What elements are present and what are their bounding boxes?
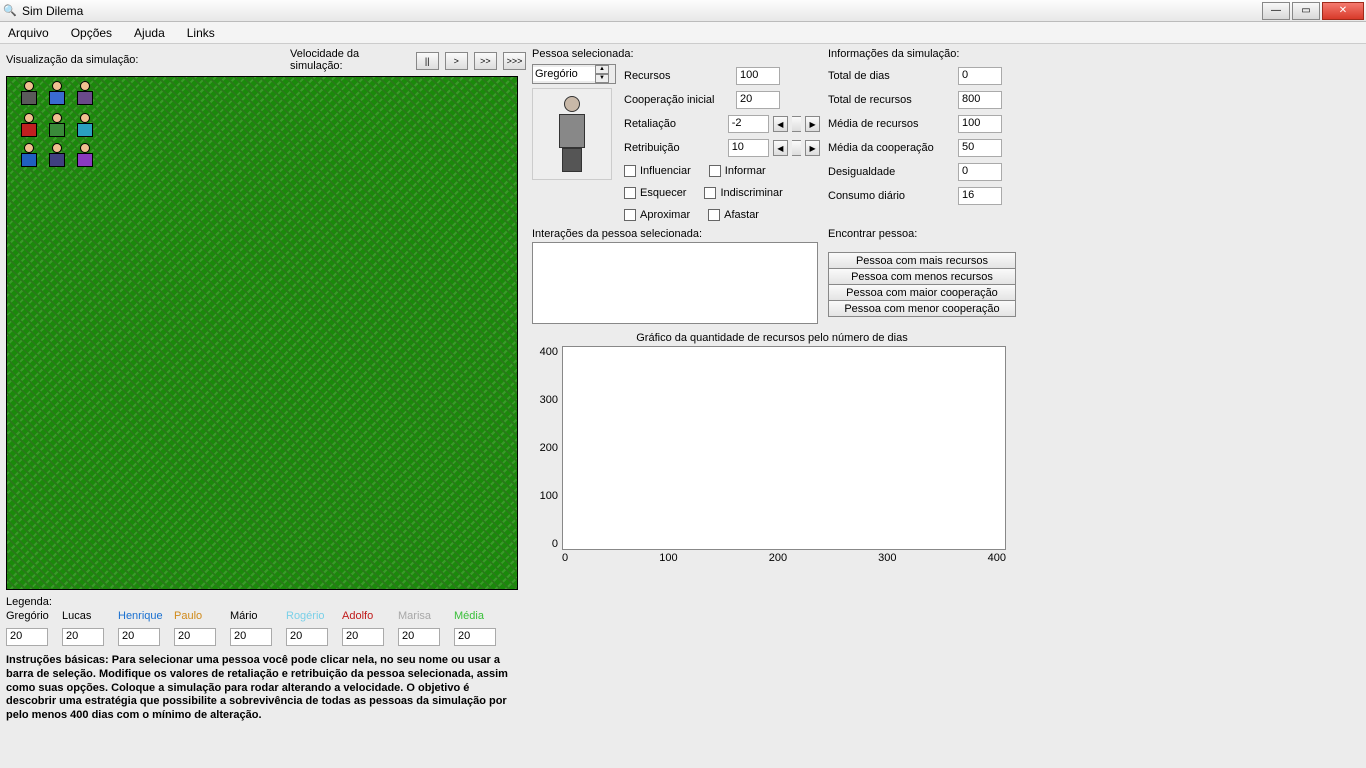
chart-plot-area [562,346,1006,550]
cons-label: Consumo diário [828,190,954,202]
velocidade-label: Velocidade da simulação: [290,48,410,72]
speed-2-button[interactable]: >> [474,52,497,70]
app-icon: 🔍 [2,3,18,19]
legend-value: 20 [398,628,440,646]
minimize-button[interactable]: — [1262,2,1290,20]
medcoop-value: 50 [958,139,1002,157]
person-name-input[interactable] [533,67,595,81]
dias-label: Total de dias [828,70,954,82]
legend-value: 20 [6,628,48,646]
legend-value: 20 [62,628,104,646]
legend-name[interactable]: Adolfo [342,610,373,622]
desig-label: Desigualdade [828,166,954,178]
person-up-button[interactable]: ▲ [595,65,609,74]
legend-name[interactable]: Henrique [118,610,163,622]
menu-opcoes[interactable]: Opções [67,24,116,42]
rec-label: Total de recursos [828,94,954,106]
instructions-text: Instruções básicas: Para selecionar uma … [6,654,522,723]
person-sprite[interactable] [45,81,69,109]
speed-3-button[interactable]: >>> [503,52,526,70]
cons-value: 16 [958,187,1002,205]
chart-title: Gráfico da quantidade de recursos pelo n… [532,332,1012,344]
menubar: Arquivo Opções Ajuda Links [0,22,1366,44]
chk-informar[interactable]: Informar [709,165,766,177]
person-sprite[interactable] [45,143,69,171]
retal-value[interactable]: -2 [728,115,769,133]
window-title: Sim Dilema [22,4,1262,18]
find-menos-recursos-button[interactable]: Pessoa com menos recursos [828,268,1016,285]
person-down-button[interactable]: ▼ [595,74,609,83]
menu-arquivo[interactable]: Arquivo [4,24,53,42]
maximize-button[interactable]: ▭ [1292,2,1320,20]
legend-name[interactable]: Lucas [62,610,91,622]
coop-label: Cooperação inicial [624,94,732,106]
desig-value: 0 [958,163,1002,181]
titlebar: 🔍 Sim Dilema — ▭ ✕ [0,0,1366,22]
chk-afastar[interactable]: Afastar [708,209,759,221]
legend-value: 20 [230,628,272,646]
close-button[interactable]: ✕ [1322,2,1364,20]
person-sprite[interactable] [73,113,97,141]
chk-indiscriminar[interactable]: Indiscriminar [704,187,782,199]
legend-name[interactable]: Rogério [286,610,325,622]
person-sprite[interactable] [17,81,41,109]
retal-dec-button[interactable]: ◀ [773,116,788,132]
speed-1-button[interactable]: > [445,52,468,70]
recursos-value: 100 [736,67,780,85]
legend-value: 20 [286,628,328,646]
chk-esquecer[interactable]: Esquecer [624,187,686,199]
person-sprite[interactable] [73,81,97,109]
person-sprite[interactable] [17,143,41,171]
chk-influenciar[interactable]: Influenciar [624,165,691,177]
coop-value: 20 [736,91,780,109]
person-selector[interactable]: ▲ ▼ [532,64,616,84]
legend-name[interactable]: Marisa [398,610,431,622]
find-menor-coop-button[interactable]: Pessoa com menor cooperação [828,300,1016,317]
medrec-value: 100 [958,115,1002,133]
legend-value: 20 [118,628,160,646]
person-sprite[interactable] [45,113,69,141]
find-maior-coop-button[interactable]: Pessoa com maior cooperação [828,284,1016,301]
medcoop-label: Média da cooperação [828,142,954,154]
info-label: Informações da simulação: [828,48,959,60]
person-sprite[interactable] [17,113,41,141]
legend-value: 20 [174,628,216,646]
retal-inc-button[interactable]: ▶ [805,116,820,132]
dias-value: 0 [958,67,1002,85]
legend-name[interactable]: Mário [230,610,258,622]
chk-aproximar[interactable]: Aproximar [624,209,690,221]
legend-value: 20 [342,628,384,646]
person-sprite[interactable] [73,143,97,171]
interacoes-label: Interações da pessoa selecionada: [532,228,818,240]
person-portrait [532,88,612,180]
menu-links[interactable]: Links [183,24,219,42]
legend-name[interactable]: Média [454,610,484,622]
legend-name[interactable]: Paulo [174,610,202,622]
legenda-label: Legenda: [6,596,526,608]
encontrar-label: Encontrar pessoa: [828,228,1016,240]
legend-name[interactable]: Gregório [6,610,49,622]
retrib-inc-button[interactable]: ▶ [805,140,820,156]
find-mais-recursos-button[interactable]: Pessoa com mais recursos [828,252,1016,269]
recursos-label: Recursos [624,70,732,82]
medrec-label: Média de recursos [828,118,954,130]
legend-value: 20 [454,628,496,646]
retal-label: Retaliação [624,118,724,130]
speed-pause-button[interactable]: || [416,52,439,70]
menu-ajuda[interactable]: Ajuda [130,24,169,42]
simulation-viewport[interactable] [6,76,518,590]
retrib-dec-button[interactable]: ◀ [773,140,788,156]
rec-value: 800 [958,91,1002,109]
chart-y-ticks: 4003002001000 [532,346,562,550]
interactions-box [532,242,818,324]
retrib-label: Retribuição [624,142,724,154]
retrib-value[interactable]: 10 [728,139,769,157]
pessoa-label: Pessoa selecionada: [532,48,818,60]
chart-x-ticks: 0100200300400 [562,552,1006,564]
visualizacao-label: Visualização da simulação: [6,54,284,66]
